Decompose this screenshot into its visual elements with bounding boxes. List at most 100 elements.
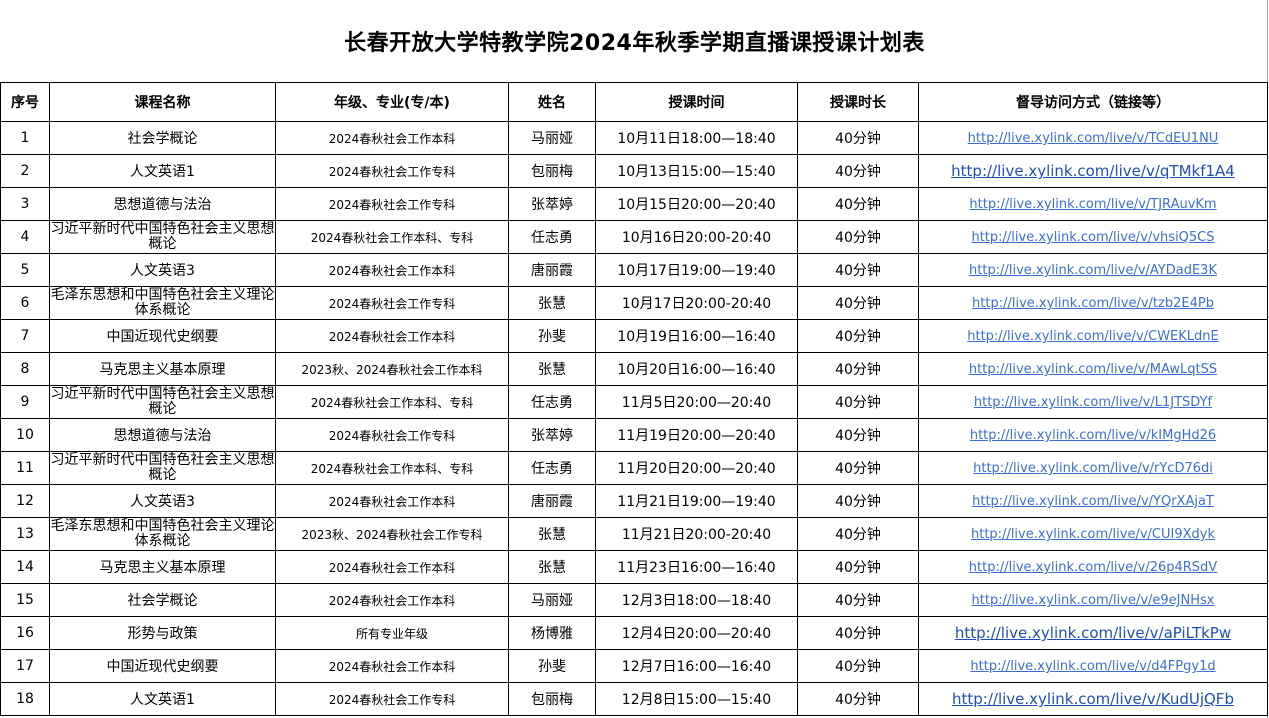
row-number: 18 xyxy=(0,682,50,716)
class-time: 12月7日16:00—16:40 xyxy=(595,649,798,683)
teacher-name: 张萃婷 xyxy=(508,187,596,221)
row-number: 3 xyxy=(0,187,50,221)
course-name: 习近平新时代中国特色社会主义思想概论 xyxy=(49,385,276,419)
access-link[interactable]: http://live.xylink.com/live/v/CWEKLdnE xyxy=(967,329,1219,344)
row-number: 8 xyxy=(0,352,50,386)
teacher-name: 马丽娅 xyxy=(508,583,596,617)
course-name: 思想道德与法治 xyxy=(49,187,276,221)
teacher-name: 张慧 xyxy=(508,517,596,551)
access-link[interactable]: http://live.xylink.com/live/v/KudUjQFb xyxy=(952,690,1234,708)
course-name: 人文英语3 xyxy=(49,484,276,518)
class-time: 10月17日19:00—19:40 xyxy=(595,253,798,287)
table-row: 8 马克思主义基本原理 2023秋、2024春秋社会工作本科 张慧 10月20日16:0… xyxy=(0,352,1268,386)
table-row: 5 人文英语3 2024春秋社会工作本科 唐丽霞 10月17日19:00—19:40 40… xyxy=(0,253,1268,287)
access-link[interactable]: http://live.xylink.com/live/v/aPiLTkPw xyxy=(955,624,1231,642)
table-row: 6 毛泽东思想和中国特色社会主义理论体系概论 2024春秋社会工作专科 张慧 10月17… xyxy=(0,286,1268,320)
access-link[interactable]: http://live.xylink.com/live/v/26p4RSdV xyxy=(969,560,1217,575)
class-duration: 40分钟 xyxy=(797,451,919,485)
access-link[interactable]: http://live.xylink.com/live/v/vhsiQ5CS xyxy=(971,230,1214,245)
class-time: 10月13日15:00—15:40 xyxy=(595,154,798,188)
table-row: 14 马克思主义基本原理 2024春秋社会工作本科 张慧 11月23日16:00—16:… xyxy=(0,550,1268,584)
access-link[interactable]: http://live.xylink.com/live/v/rYcD76di xyxy=(973,461,1213,476)
access-link-cell: http://live.xylink.com/live/v/vhsiQ5CS xyxy=(918,220,1268,254)
row-number: 13 xyxy=(0,517,50,551)
access-link-cell: http://live.xylink.com/live/v/TJRAuvKm xyxy=(918,187,1268,221)
access-link[interactable]: http://live.xylink.com/live/v/qTMkf1A4 xyxy=(951,162,1235,180)
class-duration: 40分钟 xyxy=(797,253,919,287)
class-time: 10月19日16:00—16:40 xyxy=(595,319,798,353)
access-link[interactable]: http://live.xylink.com/live/v/TCdEU1NU xyxy=(968,131,1219,146)
row-number: 2 xyxy=(0,154,50,188)
table-row: 17 中国近现代史纲要 2024春秋社会工作本科 孙斐 12月7日16:00—16:40… xyxy=(0,649,1268,683)
row-number: 6 xyxy=(0,286,50,320)
course-name: 毛泽东思想和中国特色社会主义理论体系概论 xyxy=(49,517,276,551)
teacher-name: 任志勇 xyxy=(508,385,596,419)
access-link-cell: http://live.xylink.com/live/v/TCdEU1NU xyxy=(918,121,1268,155)
grade-major: 2024春秋社会工作本科 xyxy=(275,649,509,683)
class-time: 11月21日19:00—19:40 xyxy=(595,484,798,518)
class-time: 11月5日20:00—20:40 xyxy=(595,385,798,419)
header-link: 督导访问方式（链接等） xyxy=(918,82,1268,122)
access-link-cell: http://live.xylink.com/live/v/CUI9Xdyk xyxy=(918,517,1268,551)
access-link-cell: http://live.xylink.com/live/v/L1JTSDYf xyxy=(918,385,1268,419)
teacher-name: 杨博雅 xyxy=(508,616,596,650)
access-link[interactable]: http://live.xylink.com/live/v/MAwLqtSS xyxy=(969,362,1217,377)
access-link-cell: http://live.xylink.com/live/v/KudUjQFb xyxy=(918,682,1268,716)
access-link[interactable]: http://live.xylink.com/live/v/e9eJNHsx xyxy=(972,593,1215,608)
access-link-cell: http://live.xylink.com/live/v/MAwLqtSS xyxy=(918,352,1268,386)
class-duration: 40分钟 xyxy=(797,583,919,617)
class-duration: 40分钟 xyxy=(797,682,919,716)
grade-major: 2024春秋社会工作专科 xyxy=(275,154,509,188)
grade-major: 2024春秋社会工作本科 xyxy=(275,121,509,155)
course-name: 习近平新时代中国特色社会主义思想概论 xyxy=(49,451,276,485)
grade-major: 2024春秋社会工作专科 xyxy=(275,682,509,716)
table-row: 13 毛泽东思想和中国特色社会主义理论体系概论 2023秋、2024春秋社会工作专科… xyxy=(0,517,1268,551)
row-number: 5 xyxy=(0,253,50,287)
teacher-name: 包丽梅 xyxy=(508,154,596,188)
course-name: 习近平新时代中国特色社会主义思想概论 xyxy=(49,220,276,254)
grade-major: 2024春秋社会工作专科 xyxy=(275,286,509,320)
access-link-cell: http://live.xylink.com/live/v/qTMkf1A4 xyxy=(918,154,1268,188)
row-number: 9 xyxy=(0,385,50,419)
access-link-cell: http://live.xylink.com/live/v/26p4RSdV xyxy=(918,550,1268,584)
access-link-cell: http://live.xylink.com/live/v/AYDadE3K xyxy=(918,253,1268,287)
header-grade: 年级、专业(专/本) xyxy=(275,82,509,122)
grade-major: 2024春秋社会工作本科 xyxy=(275,484,509,518)
access-link[interactable]: http://live.xylink.com/live/v/CUI9Xdyk xyxy=(971,527,1215,542)
row-number: 14 xyxy=(0,550,50,584)
table-row: 2 人文英语1 2024春秋社会工作专科 包丽梅 10月13日15:00—15:40 40… xyxy=(0,154,1268,188)
class-time: 10月17日20:00-20:40 xyxy=(595,286,798,320)
page-title: 长春开放大学特教学院2024年秋季学期直播课授课计划表 xyxy=(344,31,925,56)
access-link[interactable]: http://live.xylink.com/live/v/L1JTSDYf xyxy=(974,395,1212,410)
class-duration: 40分钟 xyxy=(797,550,919,584)
row-number: 11 xyxy=(0,451,50,485)
grade-major: 2024春秋社会工作本科 xyxy=(275,583,509,617)
class-time: 10月15日20:00—20:40 xyxy=(595,187,798,221)
row-number: 7 xyxy=(0,319,50,353)
access-link[interactable]: http://live.xylink.com/live/v/AYDadE3K xyxy=(969,263,1217,278)
table-row: 16 形势与政策 所有专业年级 杨博雅 12月4日20:00—20:40 40分钟 http… xyxy=(0,616,1268,650)
grade-major: 2024春秋社会工作本科 xyxy=(275,550,509,584)
teacher-name: 任志勇 xyxy=(508,220,596,254)
grade-major: 2024春秋社会工作本科 xyxy=(275,319,509,353)
grade-major: 2024春秋社会工作本科、专科 xyxy=(275,451,509,485)
course-name: 人文英语3 xyxy=(49,253,276,287)
class-duration: 40分钟 xyxy=(797,220,919,254)
teacher-name: 唐丽霞 xyxy=(508,253,596,287)
class-duration: 40分钟 xyxy=(797,352,919,386)
class-time: 11月23日16:00—16:40 xyxy=(595,550,798,584)
access-link[interactable]: http://live.xylink.com/live/v/kIMgHd26 xyxy=(970,428,1216,443)
grade-major: 2024春秋社会工作专科 xyxy=(275,187,509,221)
table-row: 11 习近平新时代中国特色社会主义思想概论 2024春秋社会工作本科、专科 任志勇 11… xyxy=(0,451,1268,485)
access-link[interactable]: http://live.xylink.com/live/v/YQrXAjaT xyxy=(972,494,1214,509)
course-name: 马克思主义基本原理 xyxy=(49,352,276,386)
grade-major: 2024春秋社会工作本科、专科 xyxy=(275,220,509,254)
access-link-cell: http://live.xylink.com/live/v/tzb2E4Pb xyxy=(918,286,1268,320)
grade-major: 2023秋、2024春秋社会工作本科 xyxy=(275,352,509,386)
access-link[interactable]: http://live.xylink.com/live/v/tzb2E4Pb xyxy=(972,296,1214,311)
teacher-name: 孙斐 xyxy=(508,649,596,683)
access-link[interactable]: http://live.xylink.com/live/v/d4FPgy1d xyxy=(970,659,1215,674)
table-row: 4 习近平新时代中国特色社会主义思想概论 2024春秋社会工作本科、专科 任志勇 10月… xyxy=(0,220,1268,254)
access-link[interactable]: http://live.xylink.com/live/v/TJRAuvKm xyxy=(969,197,1216,212)
grade-major: 所有专业年级 xyxy=(275,616,509,650)
